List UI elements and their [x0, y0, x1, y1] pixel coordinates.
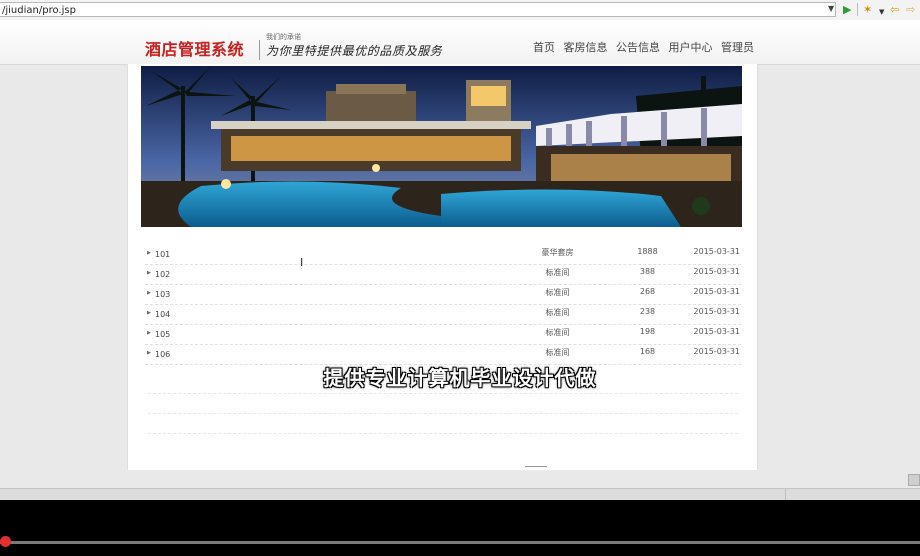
room-date: 2015-03-31	[693, 307, 741, 316]
bookmark-icon[interactable]: ✶	[863, 3, 872, 17]
room-type: 标准间	[545, 328, 570, 337]
list-item[interactable]: ▶ 103 标准间 268 2015-03-31	[145, 285, 741, 305]
nav-rooms[interactable]: 客房信息	[564, 41, 608, 54]
nav-announcements[interactable]: 公告信息	[616, 41, 660, 54]
toolbar-separator	[857, 3, 858, 16]
overlay-caption: 提供专业计算机毕业设计代做	[323, 366, 597, 390]
room-price: 268	[639, 287, 656, 296]
bullet-arrow-icon: ▶	[147, 350, 151, 356]
room-number[interactable]: 101	[155, 250, 170, 259]
list-item[interactable]: ▶ 101 豪华套房 1888 2015-03-31	[145, 245, 741, 265]
room-price: 1888	[637, 247, 658, 256]
list-item[interactable]: ▶ 104 标准间 238 2015-03-31	[145, 305, 741, 325]
empty-row	[148, 414, 738, 434]
nav-home[interactable]: 首页	[533, 41, 555, 54]
hotel-banner-image	[141, 66, 742, 227]
room-number[interactable]: 103	[155, 290, 170, 299]
page-indicator	[525, 466, 547, 467]
room-number[interactable]: 102	[155, 270, 170, 279]
list-item[interactable]: ▶ 105 标准间 198 2015-03-31	[145, 325, 741, 345]
go-icon[interactable]: ▶	[843, 3, 851, 17]
bullet-arrow-icon: ▶	[147, 330, 151, 336]
text-cursor-icon: I	[300, 256, 304, 269]
status-separator	[785, 489, 786, 500]
site-header: 酒店管理系统 我们的承诺 为你里特提供最优的品质及服务 首页 客房信息 公告信息…	[0, 20, 920, 65]
site-logo[interactable]: 酒店管理系统	[145, 36, 244, 60]
video-progress-track[interactable]	[0, 541, 920, 544]
header-divider	[259, 40, 260, 60]
room-price: 198	[639, 327, 656, 336]
room-date: 2015-03-31	[693, 327, 741, 336]
scrollbar-corner[interactable]	[908, 474, 920, 486]
room-number[interactable]: 104	[155, 310, 170, 319]
room-type: 标准间	[545, 308, 570, 317]
bullet-arrow-icon: ▶	[147, 290, 151, 296]
room-list: ▶ 101 豪华套房 1888 2015-03-31 ▶ 102 标准间 388…	[145, 245, 741, 365]
bullet-arrow-icon: ▶	[147, 250, 151, 256]
bookmark-dropdown-icon[interactable]: ▼	[879, 5, 884, 19]
back-icon[interactable]: ⇦	[890, 3, 899, 17]
main-nav: 首页 客房信息 公告信息 用户中心 管理员	[533, 39, 759, 55]
room-price: 168	[639, 347, 656, 356]
bullet-arrow-icon: ▶	[147, 270, 151, 276]
slogan-caption: 我们的承诺	[266, 33, 301, 41]
video-player-bar	[0, 500, 920, 556]
room-number[interactable]: 106	[155, 350, 170, 359]
hotel-banner-illustration	[141, 66, 742, 227]
bullet-arrow-icon: ▶	[147, 310, 151, 316]
empty-row	[148, 394, 738, 414]
room-type: 标准间	[545, 268, 570, 277]
room-number[interactable]: 105	[155, 330, 170, 339]
nav-user-center[interactable]: 用户中心	[669, 41, 713, 54]
room-price: 388	[639, 267, 656, 276]
nav-admin[interactable]: 管理员	[721, 41, 754, 54]
url-dropdown-icon[interactable]: ▼	[828, 4, 834, 13]
video-progress-knob[interactable]	[0, 536, 11, 547]
slogan: 为你里特提供最优的品质及服务	[266, 44, 443, 58]
list-item[interactable]: ▶ 102 标准间 388 2015-03-31	[145, 265, 741, 285]
room-price: 238	[639, 307, 656, 316]
url-input[interactable]: /jiudian/pro.jsp	[0, 2, 836, 17]
room-type: 标准间	[545, 348, 570, 357]
browser-toolbar: /jiudian/pro.jsp ▼ ▶ ✶ ▼ ⇦ ⇨	[0, 0, 920, 21]
room-type: 豪华套房	[541, 248, 574, 257]
room-date: 2015-03-31	[693, 287, 741, 296]
room-date: 2015-03-31	[693, 247, 741, 256]
room-date: 2015-03-31	[693, 347, 741, 356]
room-type: 标准间	[545, 288, 570, 297]
room-date: 2015-03-31	[693, 267, 741, 276]
forward-icon[interactable]: ⇨	[906, 3, 915, 17]
